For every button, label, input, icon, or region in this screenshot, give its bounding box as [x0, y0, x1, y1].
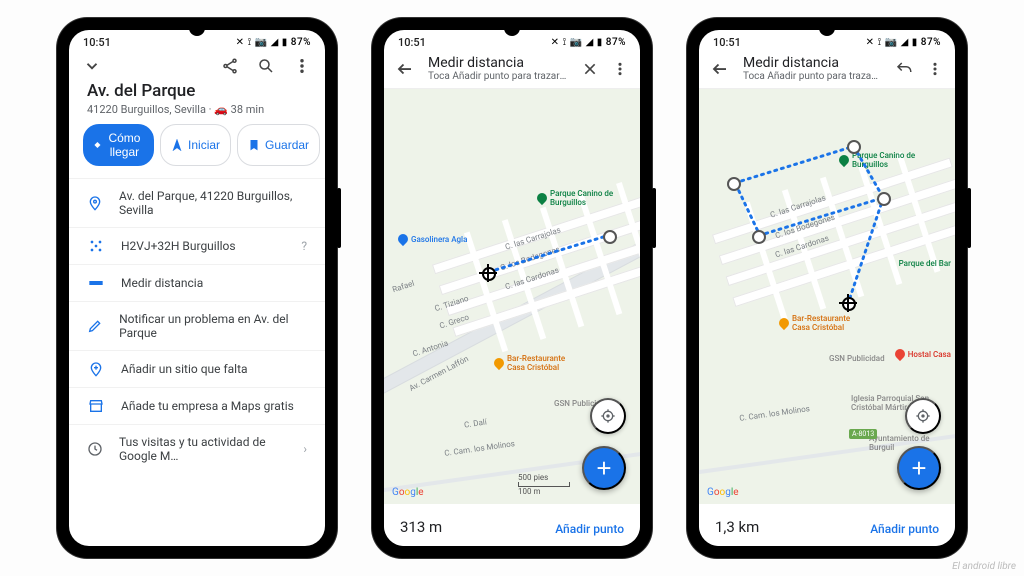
- phone-mockup-3: 10:51 ✕ ⟟ 📷 ◢ ▮ 87% Medir distancia Toca…: [687, 18, 967, 558]
- status-time: 10:51: [398, 36, 426, 49]
- back-button[interactable]: [711, 60, 729, 78]
- add-place-icon: [87, 361, 105, 377]
- street-label: C. Dalí: [463, 417, 487, 429]
- ruler-icon: [87, 275, 105, 291]
- poi-gsn[interactable]: GSN Publicidad: [829, 354, 885, 363]
- row-history[interactable]: Tus visitas y tu actividad de Google M… …: [69, 424, 325, 473]
- row-report[interactable]: Notificar un problema en Av. del Parque: [69, 301, 325, 350]
- distance-readout: 313 m: [400, 518, 442, 536]
- overflow-menu-button[interactable]: [927, 61, 943, 77]
- chevron-right-icon: ›: [303, 442, 307, 456]
- search-button[interactable]: [257, 57, 275, 75]
- store-icon: [87, 398, 105, 414]
- row-pluscode-label: H2VJ+32H Burguillos: [121, 239, 236, 253]
- status-indicators: ✕ ⟟ 📷 ◢ ▮ 87%: [236, 37, 311, 48]
- appbar-subtitle: Toca Añadir punto para trazar l…: [743, 71, 881, 82]
- map-scale: 500 pies 100 m: [518, 473, 570, 496]
- status-time: 10:51: [713, 36, 741, 49]
- place-title: Av. del Parque: [87, 77, 307, 101]
- phone-mockup-1: 10:51 ✕ ⟟ 📷 ◢ ▮ 87% Av. del Parque: [57, 18, 337, 558]
- watermark: El android libre: [952, 561, 1016, 572]
- row-measure[interactable]: Medir distancia: [69, 264, 325, 301]
- poi-park[interactable]: Parque Canino de Burguillos: [537, 189, 630, 207]
- row-address-label: Av. del Parque, 41220 Burguillos, Sevill…: [119, 189, 307, 217]
- start-chip[interactable]: Iniciar: [160, 124, 231, 166]
- place-subtitle: 41220 Burguillos, Sevilla · 🚗 38 min: [87, 101, 307, 116]
- directions-label: Cómo llegar: [106, 131, 143, 159]
- pluscode-icon: [87, 238, 105, 254]
- row-pluscode[interactable]: H2VJ+32H Burguillos ?: [69, 227, 325, 264]
- undo-button[interactable]: [895, 60, 913, 78]
- add-point-link[interactable]: Añadir punto: [555, 522, 624, 536]
- my-location-button[interactable]: [590, 398, 626, 434]
- help-icon[interactable]: ?: [301, 239, 307, 253]
- map-attribution: Google: [707, 487, 739, 498]
- row-address[interactable]: Av. del Parque, 41220 Burguillos, Sevill…: [69, 178, 325, 227]
- collapse-button[interactable]: [83, 57, 101, 75]
- history-icon: [87, 441, 103, 457]
- distance-readout: 1,3 km: [715, 518, 759, 536]
- start-label: Iniciar: [188, 138, 220, 152]
- back-button[interactable]: [396, 60, 414, 78]
- street-label: C. Cam. los Molinos: [444, 439, 516, 458]
- add-point-fab[interactable]: +: [897, 446, 941, 490]
- map-canvas[interactable]: Parque Canino de Burguillos Bar-Restaura…: [699, 89, 955, 504]
- add-point-link[interactable]: Añadir punto: [870, 522, 939, 536]
- row-measure-label: Medir distancia: [121, 276, 203, 290]
- poi-rest[interactable]: Bar-Restaurante Casa Cristóbal: [494, 354, 577, 372]
- appbar-subtitle: Toca Añadir punto para trazar l…: [428, 71, 568, 82]
- my-location-button[interactable]: [905, 398, 941, 434]
- map-canvas[interactable]: Parque Canino de Burguillos Gasolinera A…: [384, 89, 640, 504]
- status-time: 10:51: [83, 36, 111, 49]
- add-point-fab[interactable]: +: [582, 446, 626, 490]
- map-attribution: Google: [392, 487, 424, 498]
- appbar-title: Medir distancia: [428, 55, 568, 71]
- save-chip[interactable]: Guardar: [237, 124, 320, 166]
- measure-node-start[interactable]: [603, 230, 617, 244]
- measure-node[interactable]: [752, 230, 766, 244]
- close-button[interactable]: [582, 61, 598, 77]
- poi-gas[interactable]: Gasolinera Agla: [398, 234, 467, 244]
- row-business[interactable]: Añade tu empresa a Maps gratis: [69, 387, 325, 424]
- measure-node-cursor[interactable]: [482, 267, 496, 281]
- pencil-icon: [87, 318, 103, 334]
- overflow-menu-button[interactable]: [612, 61, 628, 77]
- measure-node[interactable]: [727, 177, 741, 191]
- poi-parquebar[interactable]: Parque del Bar: [899, 259, 951, 268]
- overflow-menu-button[interactable]: [293, 57, 311, 75]
- highway-badge: A-8013: [849, 429, 877, 439]
- status-indicators: ✕ ⟟ 📷 ◢ ▮ 87%: [866, 37, 941, 48]
- measure-node[interactable]: [847, 140, 861, 154]
- measure-node-cursor[interactable]: [842, 297, 856, 311]
- row-history-label: Tus visitas y tu actividad de Google M…: [119, 435, 287, 463]
- directions-chip[interactable]: Cómo llegar: [83, 124, 154, 166]
- row-missing-label: Añadir un sitio que falta: [121, 362, 248, 376]
- row-business-label: Añade tu empresa a Maps gratis: [121, 399, 294, 413]
- poi-rest[interactable]: Bar-Restaurante Casa Cristóbal: [779, 314, 862, 332]
- row-missing[interactable]: Añadir un sitio que falta: [69, 350, 325, 387]
- status-indicators: ✕ ⟟ 📷 ◢ ▮ 87%: [551, 37, 626, 48]
- pin-icon: [87, 195, 103, 211]
- phone-mockup-2: 10:51 ✕ ⟟ 📷 ◢ ▮ 87% Medir distancia Toca…: [372, 18, 652, 558]
- appbar-title: Medir distancia: [743, 55, 881, 71]
- measure-node[interactable]: [877, 192, 891, 206]
- street-label: C. Cam. los Molinos: [739, 404, 811, 423]
- share-button[interactable]: [221, 57, 239, 75]
- save-label: Guardar: [265, 138, 309, 152]
- row-report-label: Notificar un problema en Av. del Parque: [119, 312, 307, 340]
- street-label: Rafael: [391, 279, 415, 295]
- poi-hostal[interactable]: Hostal Casa: [895, 349, 951, 359]
